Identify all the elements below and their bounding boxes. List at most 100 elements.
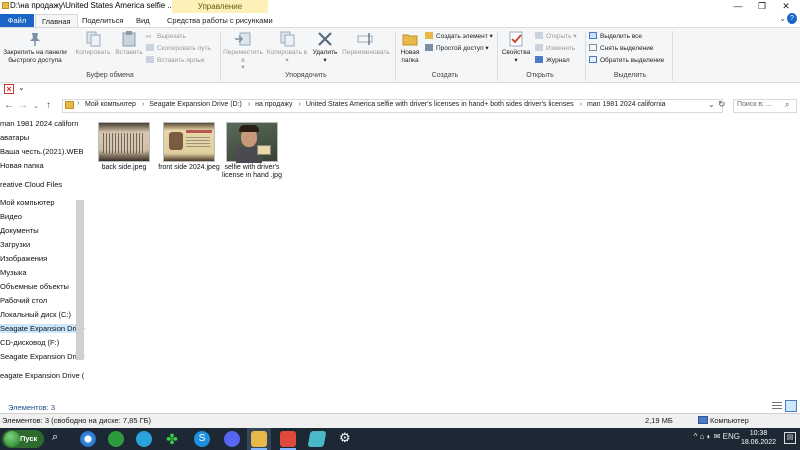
nav-item[interactable]: аватары xyxy=(0,133,29,142)
file-name[interactable]: front side 2024.jpeg xyxy=(156,164,222,172)
clock[interactable]: 10:38 18.06.2022 xyxy=(741,429,776,447)
tab-view[interactable]: Вид xyxy=(130,14,156,27)
ribbon-collapse-icon[interactable]: ⌄ xyxy=(779,14,786,23)
notifications-icon[interactable]: ▤ xyxy=(784,432,796,444)
qat-delete-icon[interactable]: × xyxy=(4,84,14,94)
copy-to-label: Копировать в xyxy=(266,49,308,56)
breadcrumb-item[interactable]: man 1981 2024 california xyxy=(587,101,666,108)
search-taskbar-icon[interactable]: ⌕ xyxy=(52,431,58,444)
computer-icon xyxy=(698,416,708,424)
open-button[interactable]: Открыть ▾ xyxy=(535,32,577,41)
file-thumbnail[interactable] xyxy=(98,122,150,162)
back-arrow-icon[interactable]: ← xyxy=(4,100,14,111)
address-dropdown-icon[interactable]: ⌄ xyxy=(708,100,715,109)
telegram-icon[interactable] xyxy=(136,431,152,447)
history-button[interactable]: Журнал xyxy=(535,56,570,65)
maximize-button[interactable]: ❐ xyxy=(750,0,774,13)
refresh-icon[interactable]: ↻ xyxy=(718,99,726,110)
large-icons-view-icon[interactable] xyxy=(785,400,797,412)
nav-item[interactable]: Документы xyxy=(0,226,39,235)
file-thumbnail[interactable] xyxy=(226,122,278,163)
nav-item[interactable]: Seagate Expansion Drive xyxy=(0,352,85,361)
minimize-button[interactable]: — xyxy=(726,0,750,13)
nav-item[interactable]: Загрузки xyxy=(0,240,30,249)
select-none-button[interactable]: Снять выделение xyxy=(589,44,654,53)
nav-item[interactable]: Изображения xyxy=(0,254,47,263)
search-icon[interactable]: ⌕ xyxy=(785,100,789,110)
discord-icon[interactable] xyxy=(224,431,240,447)
nav-item[interactable]: Мой компьютер xyxy=(0,198,55,207)
nav-scrollbar[interactable] xyxy=(76,200,84,360)
tab-picture-tools[interactable]: Средства работы с рисунками xyxy=(161,14,279,27)
barcode-graphic xyxy=(103,133,145,153)
details-view-icon[interactable] xyxy=(772,402,782,411)
nav-item[interactable]: CD-дисковод (F:) xyxy=(0,338,59,347)
rename-button[interactable]: Переименовать xyxy=(340,31,392,57)
utorrent-icon[interactable] xyxy=(108,431,124,447)
photo-app-icon[interactable] xyxy=(280,431,296,447)
up-arrow-icon[interactable]: ↑ xyxy=(46,100,51,111)
nav-item[interactable]: reative Cloud Files xyxy=(0,180,62,189)
edit-button[interactable]: Изменить xyxy=(535,44,575,53)
recent-locations-icon[interactable]: ⌄ xyxy=(33,102,39,110)
delete-button[interactable]: Удалить ▾ xyxy=(310,31,340,64)
pin-icon xyxy=(26,31,44,47)
file-thumbnail[interactable] xyxy=(163,122,215,162)
settings-gear-icon[interactable]: ⚙ xyxy=(339,430,351,446)
copy-icon xyxy=(84,31,102,47)
copy-path-button[interactable]: Скопировать путь xyxy=(146,44,211,53)
history-icon xyxy=(535,56,543,63)
paste-button[interactable]: Вставить xyxy=(114,31,144,57)
copy-button[interactable]: Копировать xyxy=(72,31,114,57)
tab-file[interactable]: Файл xyxy=(0,14,34,27)
nav-item[interactable]: Локальный диск (C:) xyxy=(0,310,71,319)
explorer-window: D:\на продажу\United States America self… xyxy=(0,0,800,428)
new-item-button[interactable]: Создать элемент ▾ xyxy=(425,32,493,41)
nav-item[interactable]: Ваша честь.(2021).WEB xyxy=(0,147,84,156)
breadcrumb-item[interactable]: на продажу xyxy=(255,101,292,108)
invert-selection-button[interactable]: Обратить выделение xyxy=(589,56,664,65)
tab-home[interactable]: Главная xyxy=(35,14,78,28)
copy-to-icon xyxy=(278,31,296,47)
breadcrumb-item[interactable]: Seagate Expansion Drive (D:) xyxy=(149,101,242,108)
pin-quick-access-button[interactable]: Закрепить на панели быстрого доступа xyxy=(2,31,68,64)
nav-item[interactable]: Видео xyxy=(0,212,22,221)
tab-share[interactable]: Поделиться xyxy=(76,14,129,27)
nav-item[interactable]: Новая папка xyxy=(0,161,44,170)
explorer-taskbar-icon[interactable] xyxy=(251,431,267,447)
chevron-right-icon: › xyxy=(298,101,301,108)
system-tray[interactable]: ^ ⌂ ◐ ✉ ENG xyxy=(694,432,740,441)
open-icon xyxy=(535,32,543,39)
close-button[interactable]: ✕ xyxy=(774,0,798,13)
new-item-label: Создать элемент xyxy=(436,33,488,40)
file-name[interactable]: back side.jpeg xyxy=(91,164,157,172)
nav-item[interactable]: Рабочий стол xyxy=(0,296,47,305)
breadcrumb-item[interactable]: Мой компьютер xyxy=(85,101,136,108)
properties-button[interactable]: Свойства ▾ xyxy=(500,31,532,64)
qat-customize-icon[interactable]: ⌄ xyxy=(18,83,25,92)
breadcrumb-item[interactable]: United States America selfie with driver… xyxy=(306,101,574,108)
notebook-icon[interactable] xyxy=(307,431,327,447)
help-icon[interactable]: ? xyxy=(787,13,797,24)
nav-item[interactable]: Объемные объекты xyxy=(0,282,69,291)
nav-item[interactable]: Музыка xyxy=(0,268,27,277)
move-to-button[interactable]: Переместить в ▾ xyxy=(222,31,264,72)
paste-shortcut-button[interactable]: Вставить ярлык xyxy=(146,56,205,65)
nav-item[interactable]: Seagate Expansion Drive xyxy=(0,324,85,333)
easy-access-button[interactable]: Простой доступ ▾ xyxy=(425,44,489,53)
ribbon-tabs: Файл Главная Поделиться Вид Средства раб… xyxy=(0,13,800,28)
clover-icon[interactable]: ✤ xyxy=(164,431,180,447)
file-name[interactable]: selfie with driver's license in hand .jp… xyxy=(219,164,285,180)
cut-button[interactable]: ✂ Вырезать xyxy=(146,32,186,41)
copy-to-button[interactable]: Копировать в ▾ xyxy=(266,31,308,64)
select-all-button[interactable]: Выделить все xyxy=(589,32,642,41)
nav-item[interactable]: man 1981 2024 californ xyxy=(0,119,78,128)
new-item-icon xyxy=(425,32,433,39)
browser-icon[interactable] xyxy=(80,431,96,447)
new-folder-button[interactable]: Новая папка xyxy=(398,31,422,64)
skype-icon[interactable]: S xyxy=(194,431,210,447)
nav-item[interactable]: eagate Expansion Drive ( xyxy=(0,371,84,380)
forward-arrow-icon[interactable]: → xyxy=(18,100,28,111)
ribbon-separator xyxy=(220,31,221,81)
easy-access-icon xyxy=(425,44,433,51)
